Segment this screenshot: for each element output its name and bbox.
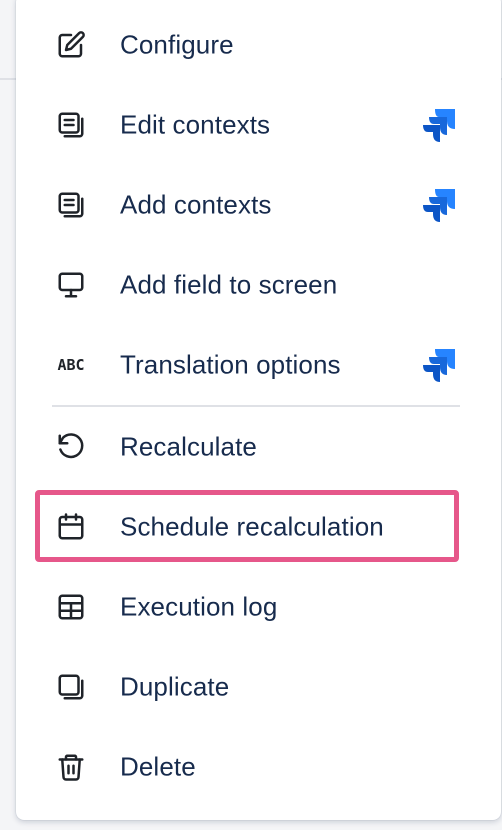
menu-item-add-contexts[interactable]: Add contexts [16, 165, 501, 245]
menu-item-add-field-to-screen[interactable]: Add field to screen [16, 245, 501, 325]
jira-badge-icon [419, 185, 459, 225]
page: Configure Edit contexts Add contexts Add… [0, 0, 502, 830]
menu-item-label: Duplicate [120, 671, 230, 702]
menu-item-translation-options[interactable]: ABC Translation options [16, 325, 501, 405]
menu-item-label: Recalculate [120, 431, 257, 462]
menu-item-label: Execution log [120, 591, 278, 622]
jira-badge-icon [419, 105, 459, 145]
menu-item-execution-log[interactable]: Execution log [16, 567, 501, 647]
menu-item-recalculate[interactable]: Recalculate [16, 407, 501, 487]
table-icon [55, 591, 87, 623]
menu-item-label: Translation options [120, 349, 341, 380]
monitor-icon [55, 269, 87, 301]
menu-item-configure[interactable]: Configure [16, 5, 501, 85]
menu-item-label: Edit contexts [120, 109, 271, 140]
abc-icon: ABC [55, 349, 87, 381]
copy-list-icon [55, 109, 87, 141]
menu-item-label: Add contexts [120, 189, 272, 220]
menu-item-label: Delete [120, 751, 196, 782]
menu-item-label: Configure [120, 29, 234, 60]
menu-item-delete[interactable]: Delete [16, 727, 501, 807]
undo-icon [55, 431, 87, 463]
jira-badge-icon [419, 345, 459, 385]
menu-item-schedule-recalculation[interactable]: Schedule recalculation [16, 487, 501, 567]
menu-item-label: Add field to screen [120, 269, 338, 300]
copy-list-icon [55, 189, 87, 221]
menu-item-label: Schedule recalculation [120, 511, 384, 542]
trash-icon [55, 751, 87, 783]
actions-dropdown-menu: Configure Edit contexts Add contexts Add… [16, 0, 501, 820]
menu-item-duplicate[interactable]: Duplicate [16, 647, 501, 727]
abc-icon-text: ABC [57, 356, 85, 374]
duplicate-icon [55, 671, 87, 703]
menu-item-edit-contexts[interactable]: Edit contexts [16, 85, 501, 165]
calendar-icon [55, 511, 87, 543]
edit-icon [55, 29, 87, 61]
